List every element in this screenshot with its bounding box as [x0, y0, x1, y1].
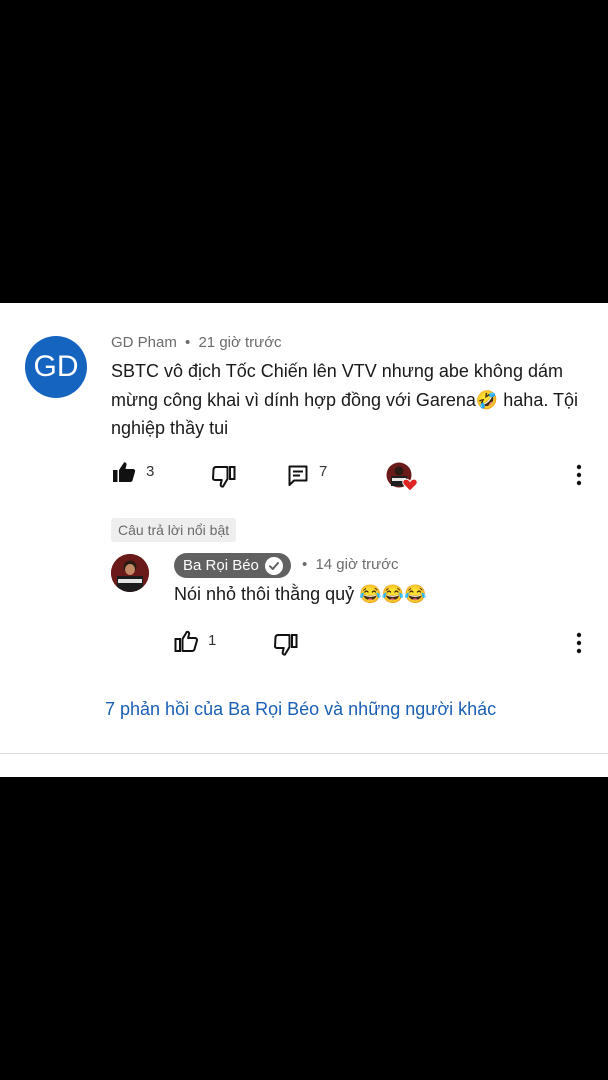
reply-button[interactable] [288, 465, 308, 492]
more-vert-icon [576, 632, 582, 654]
reply-more-button[interactable] [575, 632, 583, 659]
like-button[interactable] [112, 461, 136, 488]
comment-more-button[interactable] [575, 464, 583, 491]
comment-time[interactable]: 21 giờ trước [198, 334, 281, 351]
view-replies-link[interactable]: 7 phản hồi của Ba Rọi Béo và những người… [105, 699, 496, 720]
more-vert-icon [576, 464, 582, 486]
meta-separator: • [185, 334, 191, 351]
reply-like-count: 1 [208, 632, 217, 649]
comment-text: SBTC vô địch Tốc Chiến lên VTV nhưng abe… [111, 361, 579, 438]
avatar-image [111, 554, 149, 592]
reply-text: Nói nhỏ thôi thằng quỷ 😂😂😂 [174, 584, 427, 604]
avatar-initials: GD [33, 350, 79, 383]
thumbs-up-icon [174, 630, 198, 652]
thumbs-up-filled-icon [113, 462, 136, 482]
dislike-button[interactable] [212, 466, 236, 493]
comment-icon [288, 465, 308, 486]
verified-check-icon [264, 556, 283, 575]
reply-dislike-button[interactable] [274, 634, 298, 661]
reply-author-chip[interactable]: Ba Rọi Béo [174, 553, 291, 578]
reply-meta: • 14 giờ trước [302, 556, 399, 573]
reply-like-button[interactable] [174, 630, 198, 657]
like-count: 3 [146, 463, 155, 480]
thumbs-down-icon [274, 634, 298, 656]
comment-card: GD GD Pham • 21 giờ trước SBTC vô địch T… [0, 303, 608, 777]
reply-avatar[interactable] [111, 554, 149, 592]
thumbs-down-icon [212, 466, 236, 488]
avatar[interactable]: GD [25, 336, 87, 398]
reply-time[interactable]: 14 giờ trước [315, 556, 398, 573]
comment-author[interactable]: GD Pham [111, 334, 177, 351]
comment-meta: GD Pham • 21 giờ trước [111, 334, 282, 351]
reply-count: 7 [319, 463, 328, 480]
reply-author: Ba Rọi Béo [183, 557, 259, 574]
featured-reply-label: Câu trả lời nổi bật [111, 518, 237, 542]
meta-separator: • [302, 556, 308, 573]
creator-heart-badge [386, 462, 420, 497]
creator-heart-icon [386, 462, 418, 492]
divider [0, 753, 608, 754]
